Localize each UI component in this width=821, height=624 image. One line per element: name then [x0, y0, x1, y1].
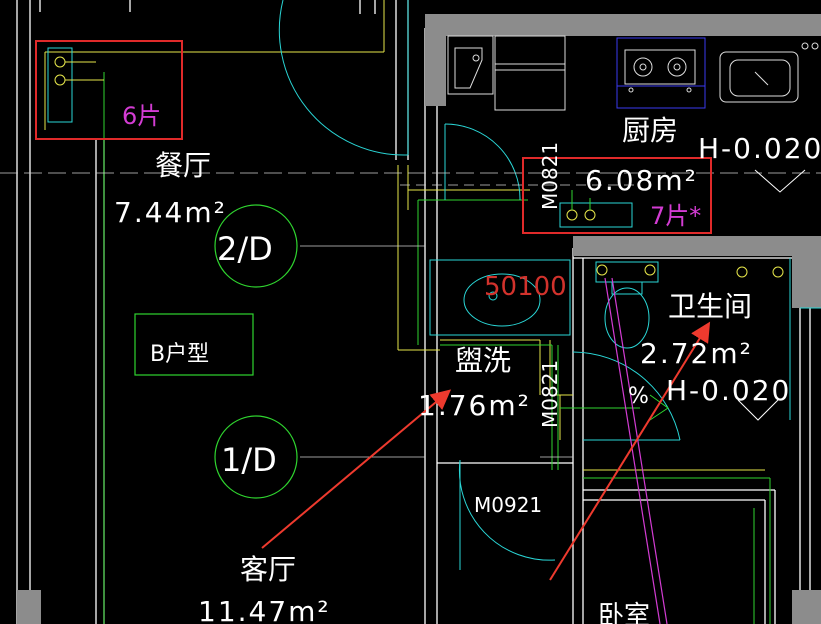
radiator-count-kitchen: 7片* — [650, 202, 701, 230]
room-name-bedroom: 卧室 — [598, 601, 650, 624]
unit-type-label: B户型 — [150, 342, 209, 367]
pipe-code: 50100 — [484, 272, 567, 302]
percent-mark: % — [628, 384, 649, 409]
room-name-dining: 餐厅 — [155, 149, 211, 182]
room-name-bathroom: 卫生间 — [668, 290, 752, 323]
magenta-pipes — [604, 277, 668, 624]
room-area-dining: 7.44m² — [114, 196, 227, 229]
room-area-living: 11.47m² — [198, 595, 331, 624]
elevation-bathroom: H-0.020 — [666, 374, 791, 407]
room-area-bathroom: 2.72m² — [640, 337, 753, 370]
room-area-kitchen: 6.08m² — [585, 164, 698, 197]
room-name-kitchen: 厨房 — [622, 114, 678, 147]
door-code-bedroom: M0921 — [474, 493, 542, 517]
bath-radiator — [596, 264, 784, 278]
stove — [616, 37, 706, 109]
cad-floor-plan: 6片 7片* 餐厅 7.44m² 厨房 6.08m² H-0.020 M0821… — [0, 0, 821, 624]
door-code-kitchen: M0821 — [538, 142, 562, 210]
elevation-kitchen: H-0.020 — [698, 132, 821, 165]
room-area-wash: 1.76m² — [418, 389, 531, 422]
room-name-wash: 盥洗 — [455, 344, 511, 377]
radiator-dining — [47, 47, 104, 123]
radiator-count-dining: 6片 — [122, 102, 161, 130]
room-name-living: 客厅 — [240, 553, 296, 586]
axis-label-2d: 2/D — [217, 230, 273, 268]
door-code-wash: M0821 — [538, 360, 562, 428]
axis-label-1d: 1/D — [221, 441, 277, 479]
kitchen-fixtures — [447, 35, 819, 111]
